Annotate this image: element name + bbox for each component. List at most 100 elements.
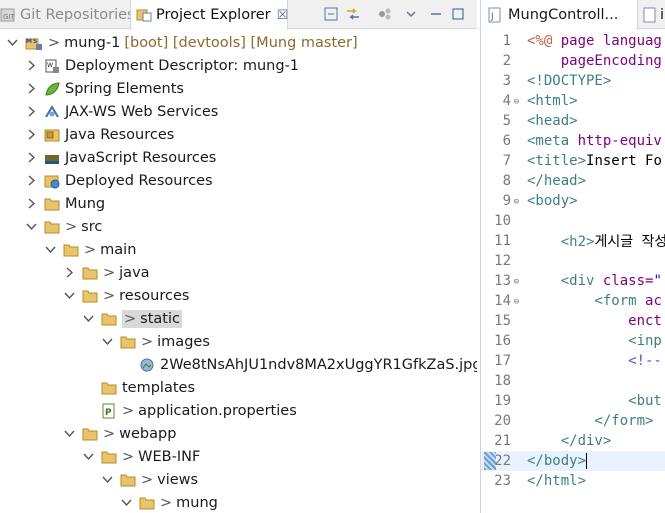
tree-item-java-resources[interactable]: Java Resources bbox=[0, 123, 477, 146]
fold-toggle-icon[interactable]: ⊖ bbox=[509, 277, 519, 287]
tree-item-java[interactable]: > java bbox=[0, 261, 477, 284]
chevron-right-icon[interactable] bbox=[24, 174, 38, 188]
chevron-down-icon[interactable] bbox=[43, 243, 57, 257]
tree-item-web-inf[interactable]: > WEB-INF bbox=[0, 445, 477, 468]
svg-text:P: P bbox=[105, 408, 112, 418]
chevron-right-icon[interactable] bbox=[24, 105, 38, 119]
chevron-down-icon[interactable] bbox=[24, 220, 38, 234]
tab-git-repositories[interactable]: GIT Git Repositories bbox=[0, 0, 135, 29]
tree-item-views[interactable]: > views bbox=[0, 468, 477, 491]
code-line[interactable]: 19 <but bbox=[481, 391, 665, 411]
tree-item-label: Deployment Descriptor: mung-1 bbox=[65, 57, 300, 74]
code-line[interactable]: 3 <!DOCTYPE> bbox=[481, 71, 665, 91]
code-token: " bbox=[653, 273, 662, 289]
editor-tab-mungcontroller[interactable]: J MungControll... bbox=[481, 0, 638, 30]
image-file-icon bbox=[139, 357, 155, 373]
tree-item-image-file[interactable]: 2We8tNsAhJU1ndv8MA2xUggYR1GfkZaS.jpg bbox=[0, 353, 477, 376]
code-line[interactable]: 4 ⊖ <html> bbox=[481, 91, 665, 111]
tree-item-src[interactable]: > src bbox=[0, 215, 477, 238]
code-line[interactable]: 13 ⊖ <div class=" bbox=[481, 271, 665, 291]
chevron-down-icon[interactable] bbox=[403, 6, 419, 22]
git-change-marker: > bbox=[160, 494, 173, 511]
tree-item-application-properties[interactable]: P > application.properties bbox=[0, 399, 477, 422]
jsp-file-icon bbox=[643, 7, 657, 23]
tree-item-deployed-resources[interactable]: Deployed Resources bbox=[0, 169, 477, 192]
tree-item-resources[interactable]: > resources bbox=[0, 284, 477, 307]
chevron-down-icon[interactable] bbox=[119, 496, 133, 510]
code-line[interactable]: 21 </div> bbox=[481, 431, 665, 451]
git-change-marker: > bbox=[124, 310, 137, 327]
code-line[interactable]: 8 </head> bbox=[481, 171, 665, 191]
code-line[interactable]: 12 bbox=[481, 251, 665, 271]
chevron-down-icon[interactable] bbox=[81, 450, 95, 464]
tree-item-templates[interactable]: templates bbox=[0, 376, 477, 399]
link-with-editor-icon[interactable] bbox=[345, 6, 361, 22]
chevron-down-icon[interactable] bbox=[62, 289, 76, 303]
code-line[interactable]: 1 <%@ page languag bbox=[481, 31, 665, 51]
tree-item-images[interactable]: > images bbox=[0, 330, 477, 353]
folder-icon bbox=[120, 472, 136, 488]
chevron-right-icon[interactable] bbox=[24, 151, 38, 165]
line-number-text: 10 bbox=[494, 213, 511, 229]
tree-item-javascript-resources[interactable]: JavaScript Resources bbox=[0, 146, 477, 169]
tree-item-static[interactable]: > static bbox=[0, 307, 477, 330]
code-line[interactable]: 15 enct bbox=[481, 311, 665, 331]
close-icon[interactable]: ☒ bbox=[277, 8, 289, 23]
code-text: <inp bbox=[515, 333, 662, 349]
chevron-right-icon[interactable] bbox=[62, 266, 76, 280]
code-line[interactable]: 23 </html> bbox=[481, 471, 665, 491]
tree-item-webapp[interactable]: > webapp bbox=[0, 422, 477, 445]
chevron-down-icon[interactable] bbox=[81, 312, 95, 326]
tree-item-mung-views[interactable]: > mung bbox=[0, 491, 477, 513]
tree-item-label: Java Resources bbox=[65, 126, 175, 143]
code-line[interactable]: 9 ⊖ <body> bbox=[481, 191, 665, 211]
tree-item-text: > mung-1 [boot] [devtools] [Mung master] bbox=[48, 35, 358, 51]
tree-item-jaxws[interactable]: JAX-WS Web Services bbox=[0, 100, 477, 123]
code-line[interactable]: 5 <head> bbox=[481, 111, 665, 131]
svg-text:J: J bbox=[490, 12, 494, 22]
tree-item-spring-elements[interactable]: Spring Elements bbox=[0, 77, 477, 100]
minimize-icon[interactable] bbox=[428, 6, 444, 22]
tree-item-text: > application.properties bbox=[122, 403, 297, 419]
code-token: class= bbox=[602, 273, 654, 289]
chevron-right-icon[interactable] bbox=[24, 197, 38, 211]
line-number-text: 15 bbox=[494, 313, 511, 329]
tree-item-text: > views bbox=[141, 472, 198, 488]
tree-item-mung-1[interactable]: M S > mung-1 [boot] [devtools] [Mung master] bbox=[0, 31, 477, 54]
tree-item-mung[interactable]: Mung bbox=[0, 192, 477, 215]
code-line[interactable]: 7 <title>Insert Fo bbox=[481, 151, 665, 171]
line-number-text: 11 bbox=[494, 233, 511, 249]
code-line[interactable]: 14 ⊖ <form ac bbox=[481, 291, 665, 311]
maximize-icon[interactable] bbox=[450, 6, 466, 22]
fold-toggle-icon[interactable]: ⊖ bbox=[509, 297, 519, 307]
fold-toggle-icon[interactable]: ⊖ bbox=[509, 97, 519, 107]
editor-tab-second[interactable]: i bbox=[639, 0, 664, 29]
chevron-down-icon[interactable] bbox=[100, 473, 114, 487]
tree-item-text: Deployment Descriptor: mung-1 bbox=[65, 58, 299, 74]
code-line[interactable]: 22 </body> bbox=[481, 451, 665, 471]
chevron-right-icon[interactable] bbox=[24, 82, 38, 96]
chevron-right-icon[interactable] bbox=[24, 128, 38, 142]
git-icon: GIT bbox=[0, 7, 16, 23]
chevron-down-icon[interactable] bbox=[5, 36, 19, 50]
code-line[interactable]: 6 <meta http-equiv bbox=[481, 131, 665, 151]
line-number: 8 bbox=[481, 173, 515, 189]
code-line[interactable]: 20 </form> bbox=[481, 411, 665, 431]
code-line[interactable]: 17 <!-- bbox=[481, 351, 665, 371]
tab-project-explorer[interactable]: Project Explorer ☒ bbox=[130, 0, 288, 30]
git-change-marker: > bbox=[84, 241, 97, 258]
code-line[interactable]: 11 <h2>게시글 작성 bbox=[481, 231, 665, 251]
tree-item-main[interactable]: > main bbox=[0, 238, 477, 261]
collapse-all-icon[interactable] bbox=[323, 6, 339, 22]
chevron-right-icon[interactable] bbox=[24, 59, 38, 73]
code-line[interactable]: 10 bbox=[481, 211, 665, 231]
fold-toggle-icon[interactable]: ⊖ bbox=[509, 197, 519, 207]
git-change-marker: > bbox=[103, 264, 116, 281]
code-line[interactable]: 18 bbox=[481, 371, 665, 391]
chevron-down-icon[interactable] bbox=[100, 335, 114, 349]
tree-item-deployment-descriptor[interactable]: W Deployment Descriptor: mung-1 bbox=[0, 54, 477, 77]
code-line[interactable]: 16 <inp bbox=[481, 331, 665, 351]
chevron-down-icon[interactable] bbox=[62, 427, 76, 441]
focus-icon[interactable] bbox=[377, 6, 393, 22]
code-line[interactable]: 2 pageEncoding bbox=[481, 51, 665, 71]
